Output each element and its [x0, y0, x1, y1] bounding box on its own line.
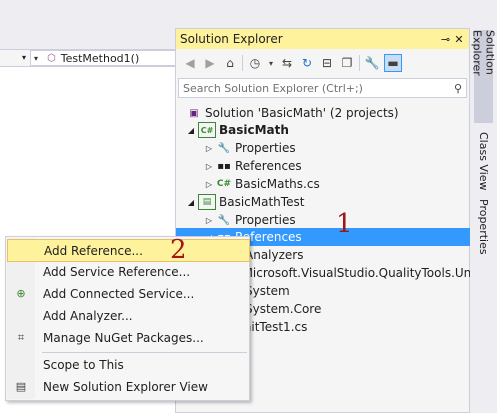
tree-item-label: BasicMathTest: [219, 195, 305, 209]
solution-explorer-title: Solution Explorer: [180, 32, 283, 46]
tree-item-label: System.Core: [245, 302, 322, 316]
tree-item-label: Properties: [235, 213, 296, 227]
home-icon[interactable]: ⌂: [222, 55, 238, 71]
search-placeholder: Search Solution Explorer (Ctrl+;): [183, 81, 363, 95]
tree-item-label: Solution 'BasicMath' (2 projects): [205, 106, 399, 120]
menu-item-label: Manage NuGet Packages...: [43, 330, 204, 345]
menu-separator: [42, 352, 247, 353]
new-view-icon: ▤: [15, 380, 27, 393]
close-icon[interactable]: ✕: [452, 33, 466, 46]
tree-item-label: Properties: [235, 141, 296, 155]
wrench-icon: 🔧: [217, 142, 231, 154]
connected-service-icon: ⊕: [16, 287, 26, 300]
solution-explorer-titlebar: Solution Explorer ⊸ ✕: [176, 29, 469, 49]
step-1-annotation: 1: [336, 209, 353, 239]
menu-item-label: New Solution Explorer View: [43, 379, 208, 394]
collapsed-arrow-icon[interactable]: ▷: [204, 144, 214, 153]
tree-item-project-basicmath[interactable]: ◢ C# BasicMath: [176, 121, 470, 139]
back-icon[interactable]: ◀: [182, 55, 198, 71]
references-icon: ▪▪: [217, 160, 231, 172]
menu-item-label: Scope to This: [43, 357, 124, 372]
tree-item-label: BasicMath: [219, 123, 289, 137]
menu-item-add-service-reference[interactable]: Add Service Reference...: [7, 261, 248, 282]
solution-icon: ▣: [189, 107, 199, 119]
menu-item-blank-icon: [8, 240, 36, 261]
properties-wrench-icon[interactable]: 🔧: [364, 55, 380, 71]
wrench-icon: 🔧: [217, 214, 231, 226]
collapse-all-icon[interactable]: ⊟: [319, 55, 335, 71]
expanded-arrow-icon[interactable]: ◢: [186, 126, 196, 135]
tree-item-project-basicmathtest[interactable]: ◢ ▤ BasicMathTest: [176, 193, 470, 211]
search-icon: ⚲: [453, 81, 462, 95]
menu-item-label: Add Service Reference...: [43, 264, 191, 279]
menu-item-label: Add Connected Service...: [43, 286, 195, 301]
preview-selected-items-icon[interactable]: ▬: [384, 54, 402, 72]
chevron-down-icon: ▾: [33, 53, 38, 63]
tree-item-solution[interactable]: ▣ Solution 'BasicMath' (2 projects): [176, 104, 470, 122]
menu-item-manage-nuget[interactable]: ⌗ Manage NuGet Packages...: [7, 327, 248, 348]
method-dropdown[interactable]: ▾ ⬡ TestMethod1(): [30, 50, 178, 66]
menu-item-new-solution-explorer-view[interactable]: ▤ New Solution Explorer View: [7, 376, 248, 397]
menu-item-add-connected-service[interactable]: ⊕ Add Connected Service...: [7, 283, 248, 304]
tree-item-label: System: [245, 284, 290, 298]
type-dropdown-arrow[interactable]: ▾: [0, 50, 30, 66]
toolbar-divider: [359, 55, 360, 71]
menu-item-add-reference[interactable]: Add Reference...: [7, 239, 250, 262]
tab-class-view[interactable]: Class View: [474, 128, 493, 194]
tree-item-label: BasicMaths.cs: [235, 177, 320, 191]
menu-item-blank-icon: [7, 305, 35, 326]
menu-item-scope-to-this[interactable]: Scope to This: [7, 354, 248, 375]
tree-item-references[interactable]: ▷ ▪▪ References: [176, 157, 470, 175]
menu-item-label: Add Analyzer...: [43, 308, 133, 323]
test-project-icon: ▤: [198, 194, 216, 210]
search-input[interactable]: Search Solution Explorer (Ctrl+;) ⚲: [178, 78, 467, 98]
csharp-project-icon: C#: [198, 122, 216, 138]
sync-active-document-icon[interactable]: ⇆: [279, 55, 295, 71]
pending-changes-filter-icon[interactable]: ◷: [247, 55, 263, 71]
csharp-file-icon: C#: [216, 179, 232, 189]
method-icon: ⬡: [47, 52, 56, 64]
tree-item-label: References: [235, 159, 302, 173]
toolbar-divider: [242, 55, 243, 71]
show-all-files-icon[interactable]: ❐: [339, 55, 355, 71]
collapsed-arrow-icon[interactable]: ▷: [204, 180, 214, 189]
menu-item-add-analyzer[interactable]: Add Analyzer...: [7, 305, 248, 326]
tree-item-properties[interactable]: ▷ 🔧 Properties: [176, 211, 470, 229]
method-dropdown-label: TestMethod1(): [60, 51, 140, 65]
expanded-arrow-icon[interactable]: ◢: [186, 198, 196, 207]
ide-top-band: [0, 0, 497, 23]
pin-icon[interactable]: ⊸: [439, 33, 452, 46]
tree-item-file[interactable]: ▷ C# BasicMaths.cs: [176, 175, 470, 193]
refresh-icon[interactable]: ↻: [299, 55, 315, 71]
tree-item-label: Microsoft.VisualStudio.QualityTools.Unit…: [242, 266, 470, 280]
collapsed-arrow-icon[interactable]: ▷: [204, 216, 214, 225]
menu-item-blank-icon: [7, 261, 35, 282]
nuget-icon: ⌗: [17, 330, 25, 344]
tab-solution-explorer[interactable]: Solution Explorer: [471, 30, 497, 123]
side-tab-strip: Solution Explorer Class View Properties: [470, 28, 497, 413]
chevron-down-icon[interactable]: ▾: [267, 55, 275, 71]
tree-item-label: Analyzers: [245, 248, 304, 262]
forward-icon[interactable]: ▶: [202, 55, 218, 71]
tab-properties[interactable]: Properties: [474, 199, 493, 255]
context-menu: Add Reference... Add Service Reference..…: [5, 236, 250, 401]
tree-item-properties[interactable]: ▷ 🔧 Properties: [176, 139, 470, 157]
solution-explorer-toolbar: ◀ ▶ ⌂ ◷ ▾ ⇆ ↻ ⊟ ❐ 🔧 ▬: [176, 50, 469, 76]
step-2-annotation: 2: [170, 235, 187, 265]
menu-item-label: Add Reference...: [44, 243, 143, 258]
collapsed-arrow-icon[interactable]: ▷: [204, 162, 214, 171]
menu-item-blank-icon: [7, 354, 35, 375]
